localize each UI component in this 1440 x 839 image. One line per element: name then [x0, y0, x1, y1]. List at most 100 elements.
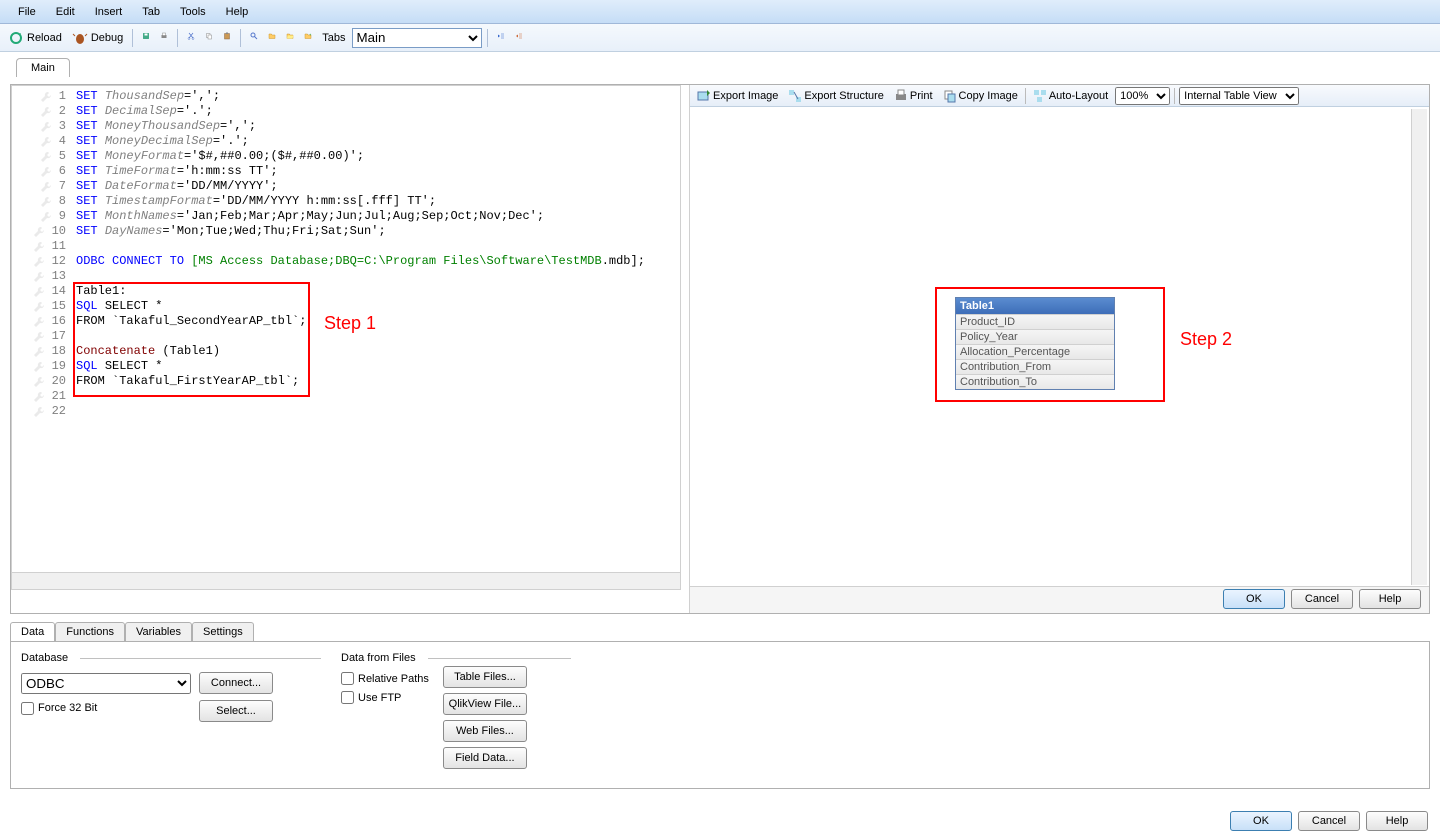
reload-button[interactable]: Reload: [4, 28, 66, 48]
code-line[interactable]: SET DateFormat='DD/MM/YYYY';: [76, 179, 680, 194]
cut-icon[interactable]: [183, 30, 199, 46]
wrench-icon: [39, 150, 53, 164]
force-32bit-checkbox[interactable]: [21, 702, 34, 715]
line-number: 4: [12, 134, 72, 149]
code-line[interactable]: SET DecimalSep='.';: [76, 104, 680, 119]
menu-help[interactable]: Help: [216, 2, 259, 22]
view-select[interactable]: Internal Table View: [1179, 87, 1299, 105]
connect-button[interactable]: Connect...: [199, 672, 273, 694]
code-line[interactable]: SET MoneyDecimalSep='.';: [76, 134, 680, 149]
export-image-button[interactable]: Export Image: [694, 88, 781, 104]
tab-data[interactable]: Data: [10, 622, 55, 641]
separator: [132, 29, 133, 47]
footer-cancel-button[interactable]: Cancel: [1298, 811, 1360, 831]
qlikview-file-button[interactable]: QlikView File...: [443, 693, 527, 715]
preview-canvas[interactable]: Table1 Product_ID Policy_Year Allocation…: [690, 107, 1429, 587]
annotation-label-step1: Step 1: [324, 313, 376, 334]
separator: [177, 29, 178, 47]
ok-button[interactable]: OK: [1223, 589, 1285, 609]
code-line[interactable]: SET ThousandSep=',';: [76, 89, 680, 104]
code-line[interactable]: [76, 239, 680, 254]
code-line[interactable]: [76, 404, 680, 419]
print-icon[interactable]: [156, 30, 172, 46]
line-number: 20: [12, 374, 72, 389]
debug-button[interactable]: Debug: [68, 28, 127, 48]
line-number: 21: [12, 389, 72, 404]
code-line[interactable]: SET TimestampFormat='DD/MM/YYYY h:mm:ss[…: [76, 194, 680, 209]
line-number: 2: [12, 104, 72, 119]
folder-add-icon[interactable]: +: [300, 30, 316, 46]
code-line[interactable]: SET MonthNames='Jan;Feb;Mar;Apr;May;Jun;…: [76, 209, 680, 224]
wrench-icon: [39, 120, 53, 134]
vertical-scrollbar[interactable]: [1411, 109, 1427, 585]
tab-settings[interactable]: Settings: [192, 622, 254, 641]
wrench-icon: [32, 240, 46, 254]
tabs-select[interactable]: Main: [352, 28, 482, 48]
line-number: 8: [12, 194, 72, 209]
preview-dialog-buttons: OK Cancel Help: [1223, 589, 1421, 609]
cancel-button[interactable]: Cancel: [1291, 589, 1353, 609]
database-type-select[interactable]: ODBC: [21, 673, 191, 694]
search-icon[interactable]: [246, 30, 262, 46]
print-preview-button[interactable]: Print: [891, 88, 936, 104]
relative-paths-label: Relative Paths: [358, 673, 429, 685]
line-number: 17: [12, 329, 72, 344]
tab-functions[interactable]: Functions: [55, 622, 125, 641]
separator: [240, 29, 241, 47]
zoom-select[interactable]: 100%: [1115, 87, 1170, 105]
menu-insert[interactable]: Insert: [85, 2, 133, 22]
select-button[interactable]: Select...: [199, 700, 273, 722]
wrench-icon: [32, 405, 46, 419]
script-tab-strip: Main: [0, 58, 1440, 77]
wrench-icon: [39, 165, 53, 179]
table-preview-panel: Export Image Export Structure Print Copy…: [689, 85, 1429, 613]
code-line[interactable]: ODBC CONNECT TO [MS Access Database;DBQ=…: [76, 254, 680, 269]
line-number: 12: [12, 254, 72, 269]
code-line[interactable]: SET MoneyThousandSep=',';: [76, 119, 680, 134]
annotation-box-step1: [73, 282, 310, 397]
bottom-panel: Data Functions Variables Settings Databa…: [10, 622, 1430, 792]
main-toolbar: Reload Debug + Tabs Main: [0, 24, 1440, 52]
wrench-icon: [39, 135, 53, 149]
use-ftp-checkbox[interactable]: [341, 691, 354, 704]
line-number: 13: [12, 269, 72, 284]
copy-image-button[interactable]: Copy Image: [940, 88, 1021, 104]
help-button[interactable]: Help: [1359, 589, 1421, 609]
menu-tab[interactable]: Tab: [132, 2, 170, 22]
wrench-icon: [32, 255, 46, 269]
tab-variables[interactable]: Variables: [125, 622, 192, 641]
relative-paths-checkbox[interactable]: [341, 672, 354, 685]
export-structure-button[interactable]: Export Structure: [785, 88, 886, 104]
code-line[interactable]: SET DayNames='Mon;Tue;Wed;Thu;Fri;Sat;Su…: [76, 224, 680, 239]
line-number: 22: [12, 404, 72, 419]
footer-help-button[interactable]: Help: [1366, 811, 1428, 831]
web-files-button[interactable]: Web Files...: [443, 720, 527, 742]
copy-image-icon: [943, 89, 957, 103]
code-line[interactable]: SET TimeFormat='h:mm:ss TT';: [76, 164, 680, 179]
data-tab-content: Database ODBC Connect... Force 32 Bit Se…: [10, 641, 1430, 789]
save-icon[interactable]: [138, 30, 154, 46]
code-line[interactable]: SET MoneyFormat='$#,##0.00;($#,##0.00)';: [76, 149, 680, 164]
line-number: 18: [12, 344, 72, 359]
line-number: 1: [12, 89, 72, 104]
reload-label: Reload: [27, 32, 62, 44]
indent-left-icon[interactable]: [493, 30, 509, 46]
wrench-icon: [32, 390, 46, 404]
menu-edit[interactable]: Edit: [46, 2, 85, 22]
menu-file[interactable]: File: [8, 2, 46, 22]
folder-open-icon[interactable]: [282, 30, 298, 46]
auto-layout-button[interactable]: Auto-Layout: [1030, 88, 1111, 104]
folder-icon[interactable]: [264, 30, 280, 46]
horizontal-scrollbar[interactable]: [12, 572, 681, 589]
wrench-icon: [32, 270, 46, 284]
table-files-button[interactable]: Table Files...: [443, 666, 527, 688]
footer-ok-button[interactable]: OK: [1230, 811, 1292, 831]
copy-icon[interactable]: [201, 30, 217, 46]
field-data-button[interactable]: Field Data...: [443, 747, 527, 769]
wrench-icon: [39, 180, 53, 194]
line-number: 14: [12, 284, 72, 299]
indent-right-icon[interactable]: [511, 30, 527, 46]
tab-main[interactable]: Main: [16, 58, 70, 77]
menu-tools[interactable]: Tools: [170, 2, 216, 22]
paste-icon[interactable]: [219, 30, 235, 46]
